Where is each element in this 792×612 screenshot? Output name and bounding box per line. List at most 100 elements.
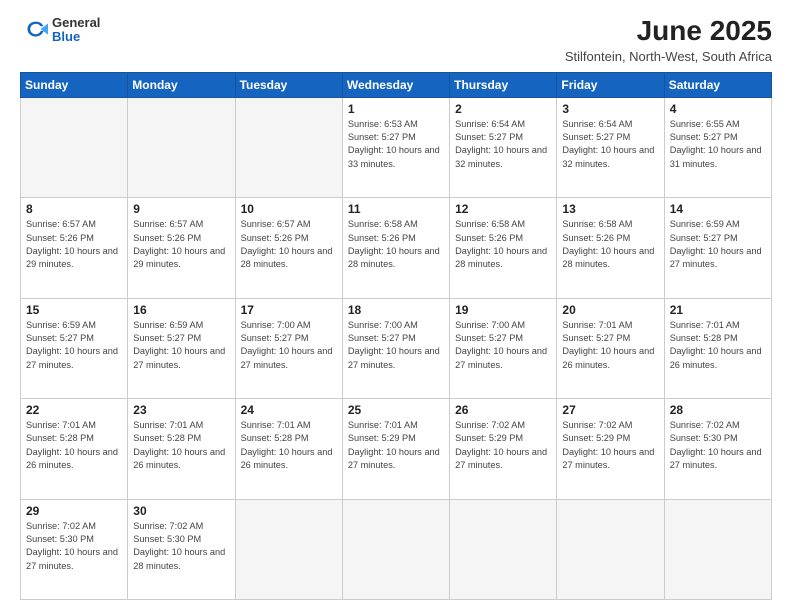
logo-text: General Blue — [52, 16, 100, 45]
day-number: 28 — [670, 403, 766, 417]
day-info: Sunrise: 6:54 AM Sunset: 5:27 PM Dayligh… — [455, 118, 551, 171]
day-info: Sunrise: 7:02 AM Sunset: 5:30 PM Dayligh… — [670, 419, 766, 472]
calendar-cell: 23 Sunrise: 7:01 AM Sunset: 5:28 PM Dayl… — [128, 399, 235, 499]
calendar-header: Sunday Monday Tuesday Wednesday Thursday… — [21, 72, 772, 97]
header: General Blue June 2025 Stilfontein, Nort… — [20, 16, 772, 64]
day-number: 25 — [348, 403, 444, 417]
header-row: Sunday Monday Tuesday Wednesday Thursday… — [21, 72, 772, 97]
day-info: Sunrise: 6:57 AM Sunset: 5:26 PM Dayligh… — [133, 218, 229, 271]
day-info: Sunrise: 6:58 AM Sunset: 5:26 PM Dayligh… — [455, 218, 551, 271]
day-number: 27 — [562, 403, 658, 417]
calendar-cell: 22 Sunrise: 7:01 AM Sunset: 5:28 PM Dayl… — [21, 399, 128, 499]
day-info: Sunrise: 6:59 AM Sunset: 5:27 PM Dayligh… — [133, 319, 229, 372]
calendar-week-3: 15 Sunrise: 6:59 AM Sunset: 5:27 PM Dayl… — [21, 298, 772, 398]
calendar-cell: 18 Sunrise: 7:00 AM Sunset: 5:27 PM Dayl… — [342, 298, 449, 398]
calendar-cell: 15 Sunrise: 6:59 AM Sunset: 5:27 PM Dayl… — [21, 298, 128, 398]
day-info: Sunrise: 7:01 AM Sunset: 5:28 PM Dayligh… — [670, 319, 766, 372]
day-number: 29 — [26, 504, 122, 518]
day-number: 12 — [455, 202, 551, 216]
calendar-week-1: 1 Sunrise: 6:53 AM Sunset: 5:27 PM Dayli… — [21, 97, 772, 197]
header-tuesday: Tuesday — [235, 72, 342, 97]
month-title: June 2025 — [565, 16, 772, 47]
day-number: 30 — [133, 504, 229, 518]
day-info: Sunrise: 6:57 AM Sunset: 5:26 PM Dayligh… — [26, 218, 122, 271]
calendar-cell — [450, 499, 557, 599]
day-info: Sunrise: 7:02 AM Sunset: 5:30 PM Dayligh… — [26, 520, 122, 573]
day-info: Sunrise: 6:59 AM Sunset: 5:27 PM Dayligh… — [670, 218, 766, 271]
header-friday: Friday — [557, 72, 664, 97]
calendar-week-5: 29 Sunrise: 7:02 AM Sunset: 5:30 PM Dayl… — [21, 499, 772, 599]
day-info: Sunrise: 7:00 AM Sunset: 5:27 PM Dayligh… — [348, 319, 444, 372]
calendar-cell: 25 Sunrise: 7:01 AM Sunset: 5:29 PM Dayl… — [342, 399, 449, 499]
day-info: Sunrise: 6:58 AM Sunset: 5:26 PM Dayligh… — [348, 218, 444, 271]
calendar-cell: 11 Sunrise: 6:58 AM Sunset: 5:26 PM Dayl… — [342, 198, 449, 298]
calendar-cell — [21, 97, 128, 197]
day-info: Sunrise: 6:58 AM Sunset: 5:26 PM Dayligh… — [562, 218, 658, 271]
calendar-cell — [664, 499, 771, 599]
logo-blue-text: Blue — [52, 30, 100, 44]
calendar-cell: 2 Sunrise: 6:54 AM Sunset: 5:27 PM Dayli… — [450, 97, 557, 197]
calendar-cell: 13 Sunrise: 6:58 AM Sunset: 5:26 PM Dayl… — [557, 198, 664, 298]
calendar-cell: 24 Sunrise: 7:01 AM Sunset: 5:28 PM Dayl… — [235, 399, 342, 499]
calendar-week-4: 22 Sunrise: 7:01 AM Sunset: 5:28 PM Dayl… — [21, 399, 772, 499]
day-number: 8 — [26, 202, 122, 216]
day-number: 24 — [241, 403, 337, 417]
day-info: Sunrise: 7:01 AM Sunset: 5:28 PM Dayligh… — [241, 419, 337, 472]
logo-icon — [20, 16, 48, 44]
day-number: 23 — [133, 403, 229, 417]
day-number: 17 — [241, 303, 337, 317]
day-info: Sunrise: 7:02 AM Sunset: 5:29 PM Dayligh… — [455, 419, 551, 472]
day-info: Sunrise: 7:01 AM Sunset: 5:27 PM Dayligh… — [562, 319, 658, 372]
day-number: 14 — [670, 202, 766, 216]
day-number: 1 — [348, 102, 444, 116]
day-number: 3 — [562, 102, 658, 116]
calendar-cell: 10 Sunrise: 6:57 AM Sunset: 5:26 PM Dayl… — [235, 198, 342, 298]
calendar-cell — [557, 499, 664, 599]
day-info: Sunrise: 7:00 AM Sunset: 5:27 PM Dayligh… — [455, 319, 551, 372]
calendar-cell: 16 Sunrise: 6:59 AM Sunset: 5:27 PM Dayl… — [128, 298, 235, 398]
calendar-body: 1 Sunrise: 6:53 AM Sunset: 5:27 PM Dayli… — [21, 97, 772, 599]
calendar-cell: 26 Sunrise: 7:02 AM Sunset: 5:29 PM Dayl… — [450, 399, 557, 499]
day-number: 13 — [562, 202, 658, 216]
calendar-cell: 20 Sunrise: 7:01 AM Sunset: 5:27 PM Dayl… — [557, 298, 664, 398]
logo: General Blue — [20, 16, 100, 45]
day-info: Sunrise: 6:57 AM Sunset: 5:26 PM Dayligh… — [241, 218, 337, 271]
day-info: Sunrise: 6:54 AM Sunset: 5:27 PM Dayligh… — [562, 118, 658, 171]
calendar-cell — [235, 499, 342, 599]
location-subtitle: Stilfontein, North-West, South Africa — [565, 49, 772, 64]
day-info: Sunrise: 7:01 AM Sunset: 5:28 PM Dayligh… — [26, 419, 122, 472]
calendar-cell: 1 Sunrise: 6:53 AM Sunset: 5:27 PM Dayli… — [342, 97, 449, 197]
calendar-cell — [128, 97, 235, 197]
calendar-cell — [235, 97, 342, 197]
calendar-page: General Blue June 2025 Stilfontein, Nort… — [0, 0, 792, 612]
calendar-cell: 28 Sunrise: 7:02 AM Sunset: 5:30 PM Dayl… — [664, 399, 771, 499]
day-info: Sunrise: 7:00 AM Sunset: 5:27 PM Dayligh… — [241, 319, 337, 372]
calendar-cell: 8 Sunrise: 6:57 AM Sunset: 5:26 PM Dayli… — [21, 198, 128, 298]
header-sunday: Sunday — [21, 72, 128, 97]
calendar-cell: 14 Sunrise: 6:59 AM Sunset: 5:27 PM Dayl… — [664, 198, 771, 298]
calendar-week-2: 8 Sunrise: 6:57 AM Sunset: 5:26 PM Dayli… — [21, 198, 772, 298]
calendar-table: Sunday Monday Tuesday Wednesday Thursday… — [20, 72, 772, 600]
day-number: 11 — [348, 202, 444, 216]
day-number: 22 — [26, 403, 122, 417]
calendar-cell: 19 Sunrise: 7:00 AM Sunset: 5:27 PM Dayl… — [450, 298, 557, 398]
calendar-cell: 3 Sunrise: 6:54 AM Sunset: 5:27 PM Dayli… — [557, 97, 664, 197]
day-number: 21 — [670, 303, 766, 317]
calendar-cell: 29 Sunrise: 7:02 AM Sunset: 5:30 PM Dayl… — [21, 499, 128, 599]
calendar-cell: 12 Sunrise: 6:58 AM Sunset: 5:26 PM Dayl… — [450, 198, 557, 298]
calendar-cell: 9 Sunrise: 6:57 AM Sunset: 5:26 PM Dayli… — [128, 198, 235, 298]
day-number: 26 — [455, 403, 551, 417]
day-number: 20 — [562, 303, 658, 317]
day-info: Sunrise: 6:55 AM Sunset: 5:27 PM Dayligh… — [670, 118, 766, 171]
calendar-cell: 17 Sunrise: 7:00 AM Sunset: 5:27 PM Dayl… — [235, 298, 342, 398]
header-thursday: Thursday — [450, 72, 557, 97]
day-info: Sunrise: 7:01 AM Sunset: 5:28 PM Dayligh… — [133, 419, 229, 472]
calendar-cell: 4 Sunrise: 6:55 AM Sunset: 5:27 PM Dayli… — [664, 97, 771, 197]
day-number: 15 — [26, 303, 122, 317]
day-info: Sunrise: 6:53 AM Sunset: 5:27 PM Dayligh… — [348, 118, 444, 171]
day-number: 9 — [133, 202, 229, 216]
day-number: 2 — [455, 102, 551, 116]
calendar-cell: 21 Sunrise: 7:01 AM Sunset: 5:28 PM Dayl… — [664, 298, 771, 398]
day-number: 16 — [133, 303, 229, 317]
day-info: Sunrise: 7:02 AM Sunset: 5:29 PM Dayligh… — [562, 419, 658, 472]
